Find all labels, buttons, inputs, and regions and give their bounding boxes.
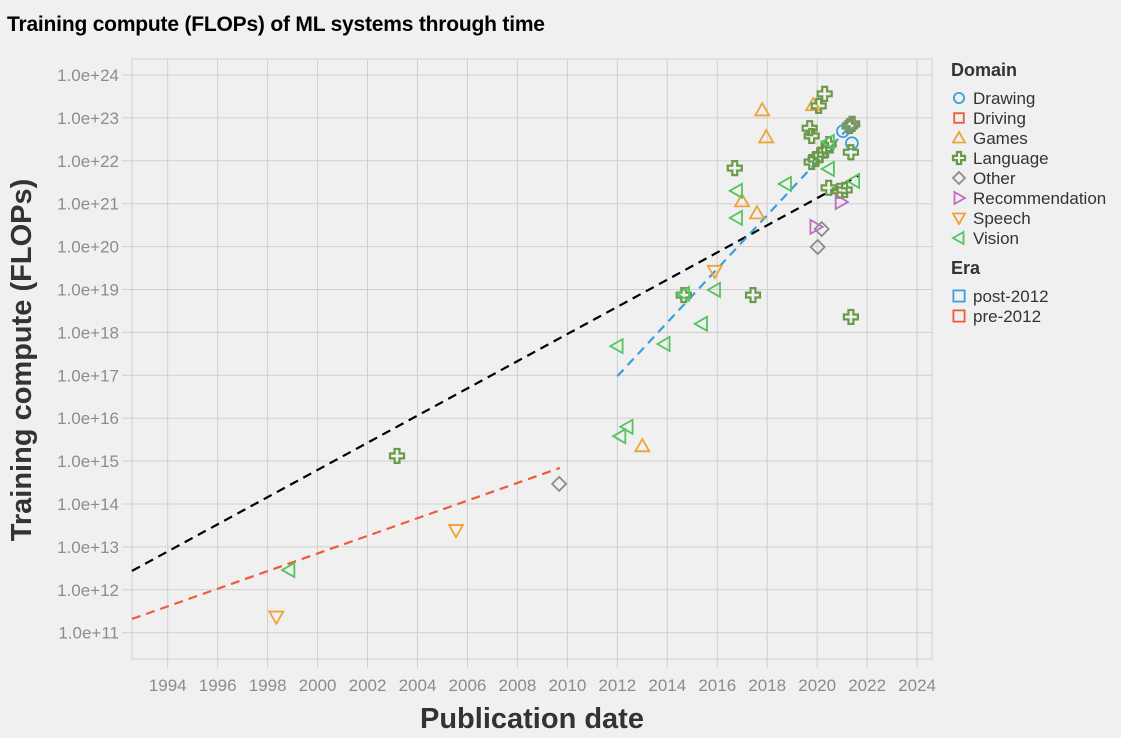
y-tick-label: 1.0e+14 <box>57 495 119 514</box>
legend-recommendation-icon <box>953 190 967 206</box>
legend-label: Speech <box>973 209 1031 228</box>
plot-frame <box>131 58 933 660</box>
legend: Domain DrawingDrivingGamesLanguageOtherRe… <box>951 60 1106 326</box>
y-tick-label: 1.0e+20 <box>57 238 119 257</box>
x-tick-label: 2018 <box>748 676 786 695</box>
x-tick-label: 2024 <box>898 676 936 695</box>
point-games <box>633 437 651 453</box>
x-tick-label: 2010 <box>548 676 586 695</box>
legend-driving-icon <box>953 112 965 124</box>
legend-language-icon <box>951 150 967 166</box>
legend-games-icon <box>951 130 967 144</box>
x-axis: 1994 1996 1998 2000 2002 2004 2006 2008 2010 2012… <box>149 659 936 695</box>
legend-title-domain: Domain <box>951 60 1017 80</box>
y-tick-label: 1.0e+12 <box>57 581 119 600</box>
point-other <box>550 475 568 493</box>
legend-label: Vision <box>973 229 1019 248</box>
x-tick-label: 2004 <box>399 676 437 695</box>
point-vision <box>692 315 708 333</box>
y-tick-label: 1.0e+19 <box>57 281 119 300</box>
y-tick-label: 1.0e+15 <box>57 452 119 471</box>
legend-label: Drawing <box>973 89 1035 108</box>
pre-2012-trend-line <box>131 466 561 621</box>
point-vision <box>608 337 624 355</box>
point-language <box>842 308 860 326</box>
legend-drawing-icon <box>953 92 966 105</box>
x-tick-label: 1994 <box>149 676 187 695</box>
point-speech <box>447 524 465 539</box>
y-axis-title: Training compute (FLOPs) <box>6 179 38 542</box>
legend-label: Other <box>973 169 1016 188</box>
x-tick-label: 2008 <box>499 676 537 695</box>
y-tick-label: 1.0e+22 <box>57 152 119 171</box>
point-language <box>726 159 743 177</box>
x-tick-label: 1998 <box>249 676 287 695</box>
point-vision <box>776 175 792 193</box>
point-speech <box>267 610 285 626</box>
x-tick-label: 2002 <box>349 676 387 695</box>
overall-trend-line <box>131 174 859 572</box>
point-games <box>748 204 766 220</box>
point-vision <box>819 160 835 178</box>
x-tick-label: 1996 <box>199 676 237 695</box>
point-vision <box>280 561 296 579</box>
point-vision <box>611 427 627 445</box>
y-tick-label: 1.0e+13 <box>57 538 119 557</box>
grid <box>132 59 932 659</box>
x-tick-label: 2022 <box>848 676 886 695</box>
legend-post-2012-icon <box>952 289 966 303</box>
legend-title-era: Era <box>951 258 981 278</box>
x-tick-label: 2020 <box>798 676 836 695</box>
chart-svg: 1.0e+24 1.0e+23 1.0e+22 1.0e+21 1.0e+20 1.0e+… <box>6 58 1106 735</box>
y-tick-label: 1.0e+11 <box>58 624 119 643</box>
legend-vision-icon <box>951 230 965 246</box>
x-tick-label: 2016 <box>698 676 736 695</box>
legend-label: post-2012 <box>973 287 1049 306</box>
x-tick-label: 2014 <box>648 676 686 695</box>
point-language <box>836 181 853 199</box>
x-tick-label: 2000 <box>299 676 337 695</box>
point-vision <box>727 209 743 227</box>
legend-speech-icon <box>951 212 967 226</box>
legend-other-icon <box>951 170 967 186</box>
point-games <box>757 128 775 144</box>
legend-pre-2012-icon <box>952 309 966 323</box>
y-tick-label: 1.0e+24 <box>57 66 119 85</box>
legend-label: Recommendation <box>973 189 1106 208</box>
x-tick-label: 2012 <box>598 676 636 695</box>
y-tick-label: 1.0e+23 <box>57 109 119 128</box>
y-tick-label: 1.0e+21 <box>57 195 119 214</box>
y-tick-label: 1.0e+16 <box>57 409 119 428</box>
trend-lines <box>131 127 859 621</box>
x-axis-title: Publication date <box>420 703 644 735</box>
point-language <box>744 286 762 304</box>
y-tick-label: 1.0e+17 <box>57 366 119 385</box>
legend-label: pre-2012 <box>973 307 1041 326</box>
legend-label: Language <box>973 149 1049 168</box>
y-tick-label: 1.0e+18 <box>57 323 119 342</box>
x-tick-label: 2006 <box>449 676 487 695</box>
data-points <box>267 85 861 626</box>
y-axis: 1.0e+24 1.0e+23 1.0e+22 1.0e+21 1.0e+20 1.0e+… <box>57 66 132 643</box>
legend-label: Driving <box>973 109 1026 128</box>
legend-label: Games <box>973 129 1028 148</box>
